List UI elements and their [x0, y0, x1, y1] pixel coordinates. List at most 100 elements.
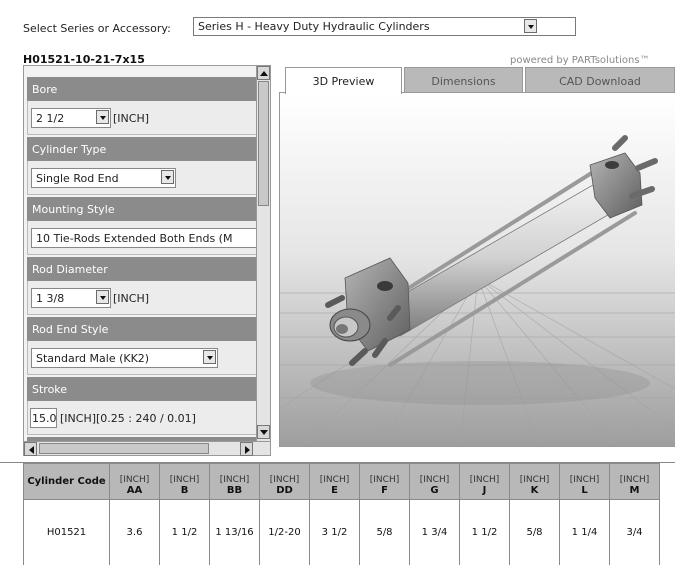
- rod-end-style-select[interactable]: Standard Male (KK2): [31, 348, 218, 368]
- param-group-stroke: Stroke 15.0 [INCH][0.25 : 240 / 0.01]: [27, 377, 258, 435]
- param-label: Stroke: [27, 377, 258, 401]
- col-code: E: [331, 485, 338, 496]
- cylinder-model-image: [280, 93, 675, 446]
- param-label: Bore: [27, 77, 258, 101]
- param-group-rod-diameter: Rod Diameter 1 3/8 [INCH]: [27, 257, 258, 315]
- scroll-left-icon[interactable]: [24, 442, 37, 456]
- bore-select[interactable]: 2 1/2: [31, 108, 111, 128]
- series-label: Select Series or Accessory:: [23, 22, 171, 35]
- table-cell: 5/8: [359, 499, 410, 565]
- col-unit: [INCH]: [219, 475, 250, 485]
- series-selector-row: Select Series or Accessory: Series H - H…: [0, 0, 675, 48]
- 3d-preview-viewport[interactable]: [279, 92, 675, 447]
- tab-dimensions[interactable]: Dimensions: [404, 67, 523, 93]
- rod-end-style-value: Standard Male (KK2): [36, 352, 150, 365]
- param-label: Mounting Style: [27, 197, 258, 221]
- dimensions-table: Cylinder Code [INCH] AA [INCH] B [INCH] BB …: [23, 463, 660, 565]
- chevron-down-icon[interactable]: [203, 350, 216, 364]
- bore-value: 2 1/2: [36, 112, 65, 125]
- table-cell: 1/2-20: [259, 499, 310, 565]
- param-label: Rod End Style: [27, 317, 258, 341]
- scroll-right-icon[interactable]: [240, 442, 253, 456]
- param-label: Cylinder Type: [27, 137, 258, 161]
- table-header-row: Cylinder Code [INCH] AA [INCH] B [INCH] BB …: [23, 463, 660, 500]
- col-code: DD: [276, 485, 293, 496]
- series-select[interactable]: Series H - Heavy Duty Hydraulic Cylinder…: [193, 17, 576, 36]
- param-group-rod-end-style: Rod End Style Standard Male (KK2): [27, 317, 258, 375]
- col-code: G: [430, 485, 439, 496]
- table-cell: 1 13/16: [209, 499, 260, 565]
- col-code: K: [530, 485, 539, 496]
- chevron-down-icon[interactable]: [524, 19, 537, 33]
- chevron-down-icon[interactable]: [161, 170, 174, 184]
- spec-table-section: Cylinder Code [INCH] AA [INCH] B [INCH] BB …: [0, 462, 675, 565]
- view-tabs: 3D Preview Dimensions CAD Download: [285, 67, 675, 94]
- col-header[interactable]: [INCH] G: [409, 463, 460, 500]
- col-header[interactable]: [INCH] J: [459, 463, 510, 500]
- col-header-cylinder-code[interactable]: Cylinder Code: [23, 463, 110, 500]
- table-cell-cylinder-code: H01521: [23, 499, 110, 565]
- table-cell: 1 3/4: [409, 499, 460, 565]
- col-unit: [INCH]: [169, 475, 200, 485]
- col-unit: [INCH]: [269, 475, 300, 485]
- col-header[interactable]: [INCH] M: [609, 463, 660, 500]
- param-body: 2 1/2 [INCH]: [27, 101, 258, 135]
- col-code: BB: [226, 485, 243, 496]
- table-row[interactable]: H01521 3.6 1 1/2 1 13/16 1/2-20 3 1/2 5/…: [23, 499, 660, 565]
- mounting-style-select[interactable]: 10 Tie-Rods Extended Both Ends (M: [31, 228, 267, 248]
- table-cell: 1 1/2: [459, 499, 510, 565]
- parameter-panel: Bore 2 1/2 [INCH] Cylinder Type Single R…: [23, 65, 271, 455]
- table-cell: 3.6: [109, 499, 160, 565]
- col-code: B: [180, 485, 189, 496]
- param-horizontal-scrollbar[interactable]: [23, 441, 271, 456]
- cylinder-type-select[interactable]: Single Rod End: [31, 168, 176, 188]
- mounting-style-value: 10 Tie-Rods Extended Both Ends (M: [36, 232, 233, 245]
- col-unit: [INCH]: [319, 475, 350, 485]
- col-unit: [INCH]: [369, 475, 400, 485]
- col-header[interactable]: [INCH] DD: [259, 463, 310, 500]
- param-body: 10 Tie-Rods Extended Both Ends (M: [27, 221, 267, 255]
- powered-by-link[interactable]: powered by PARTsolutions™: [510, 55, 650, 66]
- param-vertical-scrollbar[interactable]: [256, 65, 271, 455]
- col-code: L: [581, 485, 588, 496]
- col-header[interactable]: [INCH] L: [559, 463, 610, 500]
- stroke-input[interactable]: 15.0: [30, 408, 57, 428]
- scroll-thumb[interactable]: [39, 443, 209, 454]
- param-group-cylinder-type: Cylinder Type Single Rod End: [27, 137, 258, 195]
- col-code: AA: [126, 485, 143, 496]
- table-cell: 3/4: [609, 499, 660, 565]
- col-unit: [INCH]: [519, 475, 550, 485]
- param-group-bore: Bore 2 1/2 [INCH]: [27, 77, 258, 135]
- col-code: M: [629, 485, 640, 496]
- param-body: 1 3/8 [INCH]: [27, 281, 258, 315]
- col-header[interactable]: [INCH] B: [159, 463, 210, 500]
- bore-unit: [INCH]: [113, 112, 150, 125]
- col-header[interactable]: [INCH] K: [509, 463, 560, 500]
- table-cell: 1 1/2: [159, 499, 210, 565]
- col-unit: [INCH]: [419, 475, 450, 485]
- col-code: J: [482, 485, 487, 496]
- col-unit: [INCH]: [569, 475, 600, 485]
- chevron-down-icon[interactable]: [96, 290, 109, 304]
- col-header[interactable]: [INCH] E: [309, 463, 360, 500]
- col-unit: [INCH]: [119, 475, 150, 485]
- cylinder-type-value: Single Rod End: [36, 172, 119, 185]
- scroll-up-icon[interactable]: [257, 66, 270, 80]
- tab-3d-preview[interactable]: 3D Preview: [285, 67, 402, 94]
- col-code: F: [381, 485, 388, 496]
- col-header[interactable]: [INCH] F: [359, 463, 410, 500]
- param-body: Single Rod End: [27, 161, 258, 195]
- col-header[interactable]: [INCH] AA: [109, 463, 160, 500]
- scroll-thumb[interactable]: [258, 81, 269, 206]
- param-body: Standard Male (KK2): [27, 341, 258, 375]
- col-header[interactable]: [INCH] BB: [209, 463, 260, 500]
- col-unit: [INCH]: [469, 475, 500, 485]
- rod-diameter-unit: [INCH]: [113, 292, 150, 305]
- rod-diameter-select[interactable]: 1 3/8: [31, 288, 111, 308]
- scroll-down-icon[interactable]: [257, 425, 270, 439]
- chevron-down-icon[interactable]: [96, 110, 109, 124]
- col-unit: [INCH]: [619, 475, 650, 485]
- tab-cad-download[interactable]: CAD Download: [525, 67, 675, 93]
- table-cell: 5/8: [509, 499, 560, 565]
- param-body: 15.0 [INCH][0.25 : 240 / 0.01]: [27, 401, 258, 435]
